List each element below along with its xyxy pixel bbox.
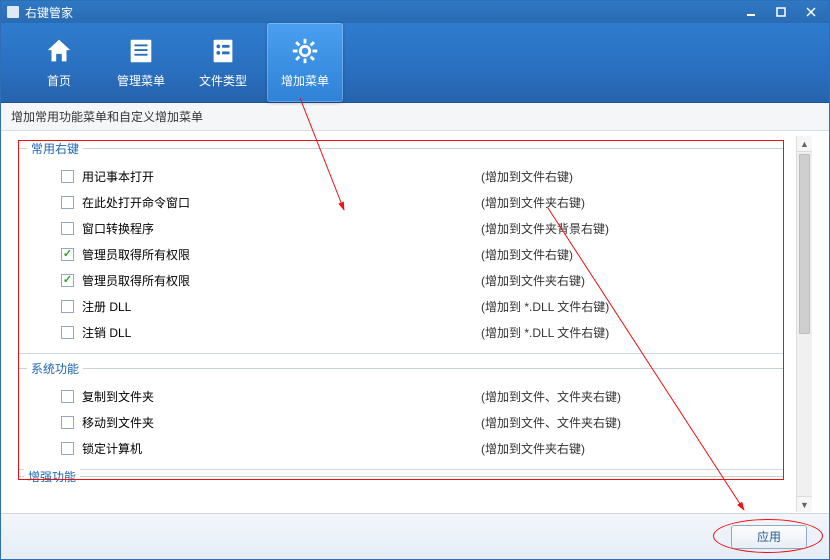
list-item: 管理员取得所有权限 (增加到文件夹右键) <box>27 267 775 293</box>
group-title: 常用右键 <box>27 140 83 157</box>
tab-add-menu-label: 增加菜单 <box>281 72 329 89</box>
item-desc: (增加到文件夹右键) <box>481 440 585 457</box>
group-common-rightclick: 常用右键 用记事本打开 (增加到文件右键) 在此处打开命令窗口 (增加到文件夹右… <box>18 140 784 354</box>
checkbox[interactable] <box>61 326 74 339</box>
item-label: 移动到文件夹 <box>82 414 154 431</box>
checkbox[interactable] <box>61 222 74 235</box>
item-desc: (增加到 *.DLL 文件右键) <box>481 324 609 341</box>
item-label: 锁定计算机 <box>82 440 142 457</box>
checkbox[interactable] <box>61 170 74 183</box>
list-icon <box>126 36 156 66</box>
scroll-up-arrow[interactable]: ▲ <box>797 136 812 152</box>
group-title: 增强功能 <box>24 468 80 485</box>
group-enhanced: 增强功能 <box>18 476 784 490</box>
minimize-button[interactable] <box>737 4 765 20</box>
scroll-thumb[interactable] <box>799 154 810 334</box>
item-label: 管理员取得所有权限 <box>82 246 190 263</box>
scroll-down-arrow[interactable]: ▼ <box>797 496 812 512</box>
list-item: 复制到文件夹 (增加到文件、文件夹右键) <box>27 383 775 409</box>
minimize-icon <box>745 6 757 18</box>
vertical-scrollbar[interactable]: ▲ ▼ <box>796 136 812 512</box>
list-item: 注销 DLL (增加到 *.DLL 文件右键) <box>27 319 775 345</box>
item-label: 窗口转换程序 <box>82 220 154 237</box>
item-desc: (增加到文件右键) <box>481 168 573 185</box>
item-desc: (增加到文件夹右键) <box>481 272 585 289</box>
tab-file-types[interactable]: 文件类型 <box>185 23 261 102</box>
subheader: 增加常用功能菜单和自定义增加菜单 <box>1 103 829 131</box>
tab-file-types-label: 文件类型 <box>199 72 247 89</box>
list-item: 在此处打开命令窗口 (增加到文件夹右键) <box>27 189 775 215</box>
item-label: 管理员取得所有权限 <box>82 272 190 289</box>
tab-manage-menu-label: 管理菜单 <box>117 72 165 89</box>
gear-icon <box>290 36 320 66</box>
list-item: 注册 DLL (增加到 *.DLL 文件右键) <box>27 293 775 319</box>
scroll-pane: 常用右键 用记事本打开 (增加到文件右键) 在此处打开命令窗口 (增加到文件夹右… <box>11 135 813 513</box>
tab-home-label: 首页 <box>47 72 71 89</box>
item-label: 复制到文件夹 <box>82 388 154 405</box>
list-item: 锁定计算机 (增加到文件夹右键) <box>27 435 775 461</box>
checkbox[interactable] <box>61 416 74 429</box>
checkbox[interactable] <box>61 248 74 261</box>
titlebar: 右键管家 <box>1 1 829 23</box>
item-label: 注销 DLL <box>82 324 131 341</box>
item-desc: (增加到 *.DLL 文件右键) <box>481 298 609 315</box>
item-desc: (增加到文件、文件夹右键) <box>481 388 621 405</box>
item-label: 注册 DLL <box>82 298 131 315</box>
item-label: 用记事本打开 <box>82 168 154 185</box>
list-item: 用记事本打开 (增加到文件右键) <box>27 163 775 189</box>
filetype-icon <box>208 36 238 66</box>
tab-add-menu[interactable]: 增加菜单 <box>267 23 343 102</box>
apply-button[interactable]: 应用 <box>731 525 807 549</box>
item-desc: (增加到文件夹背景右键) <box>481 220 609 237</box>
checkbox[interactable] <box>61 196 74 209</box>
list-item: 管理员取得所有权限 (增加到文件右键) <box>27 241 775 267</box>
list-item: 移动到文件夹 (增加到文件、文件夹右键) <box>27 409 775 435</box>
group-title: 系统功能 <box>27 360 83 377</box>
item-desc: (增加到文件夹右键) <box>481 194 585 211</box>
close-icon <box>805 6 817 18</box>
home-icon <box>44 36 74 66</box>
checkbox[interactable] <box>61 442 74 455</box>
item-desc: (增加到文件、文件夹右键) <box>481 414 621 431</box>
apply-button-label: 应用 <box>757 528 781 545</box>
tab-home[interactable]: 首页 <box>21 23 97 102</box>
app-icon <box>7 6 19 18</box>
list-item: 窗口转换程序 (增加到文件夹背景右键) <box>27 215 775 241</box>
maximize-button[interactable] <box>767 4 795 20</box>
content: 常用右键 用记事本打开 (增加到文件右键) 在此处打开命令窗口 (增加到文件夹右… <box>1 131 829 513</box>
checkbox[interactable] <box>61 390 74 403</box>
checkbox[interactable] <box>61 274 74 287</box>
item-label: 在此处打开命令窗口 <box>82 194 190 211</box>
close-button[interactable] <box>797 4 825 20</box>
window-buttons <box>737 4 825 20</box>
window-title: 右键管家 <box>25 4 737 21</box>
subheader-text: 增加常用功能菜单和自定义增加菜单 <box>11 108 203 125</box>
group-system-functions: 系统功能 复制到文件夹 (增加到文件、文件夹右键) 移动到文件夹 (增加到文件、… <box>18 360 784 470</box>
tab-manage-menu[interactable]: 管理菜单 <box>103 23 179 102</box>
maximize-icon <box>775 6 787 18</box>
checkbox[interactable] <box>61 300 74 313</box>
toolbar: 首页 管理菜单 文件类型 增加菜单 <box>1 23 829 103</box>
item-desc: (增加到文件右键) <box>481 246 573 263</box>
footer: 应用 <box>1 513 829 559</box>
